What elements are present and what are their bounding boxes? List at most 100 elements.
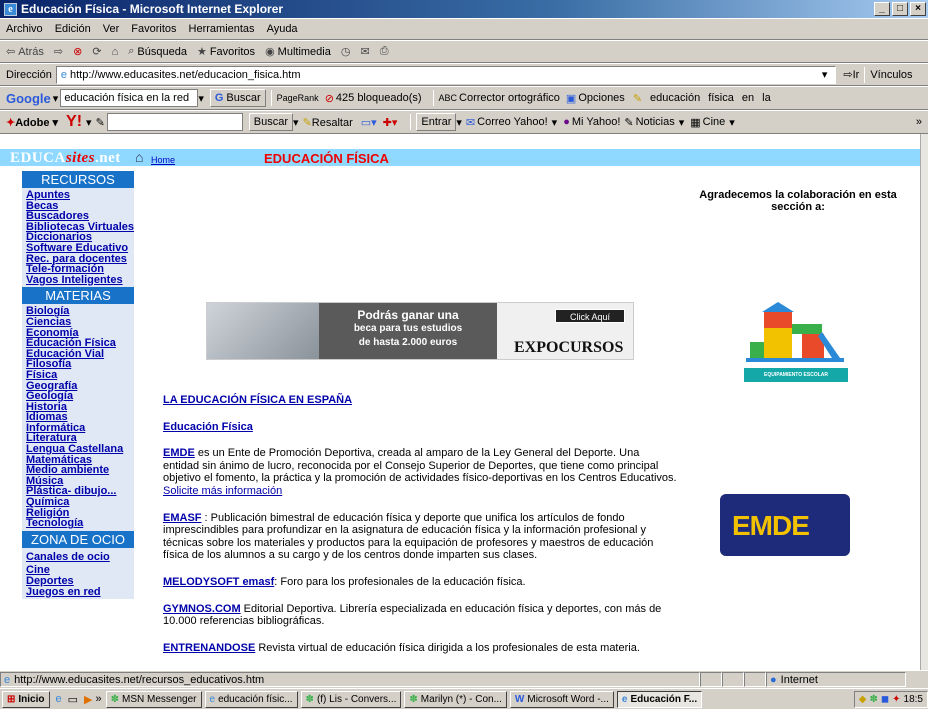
- banner-click-button[interactable]: Click Aquí: [555, 309, 625, 323]
- google-dropdown-icon[interactable]: ▾: [53, 92, 59, 105]
- address-field[interactable]: e http://www.educasites.net/educacion_fi…: [55, 65, 836, 84]
- task-lis-conversation[interactable]: ✽ (f) Lis - Convers...: [300, 690, 402, 708]
- stop-button[interactable]: ⊗: [73, 45, 82, 58]
- highlight-icon[interactable]: ✎: [633, 92, 642, 105]
- google-search-input[interactable]: educación física en la red: [60, 89, 199, 107]
- window-icon[interactable]: ▭▾: [361, 116, 377, 129]
- resaltar-button[interactable]: ✎Resaltar: [303, 116, 353, 129]
- term-fisica[interactable]: física: [708, 92, 734, 104]
- entry-link[interactable]: GYMNOS.COM: [163, 603, 241, 615]
- menu-herramientas[interactable]: Herramientas: [189, 23, 255, 35]
- sidebar-link[interactable]: Vagos Inteligentes: [26, 274, 134, 286]
- playground-sponsor-image[interactable]: EQUIPAMIENTO ESCOLAR: [742, 302, 848, 384]
- menu-ayuda[interactable]: Ayuda: [267, 23, 298, 35]
- yahoo-search-input[interactable]: [106, 113, 243, 131]
- home-link[interactable]: Home: [151, 155, 175, 165]
- start-button[interactable]: ⊞ Inicio: [2, 690, 50, 708]
- emde-logo[interactable]: EMDE: [720, 494, 850, 556]
- menu-edicion[interactable]: Edición: [55, 23, 91, 35]
- quicklaunch-ie-icon[interactable]: e: [56, 693, 62, 705]
- close-button[interactable]: ×: [910, 2, 926, 16]
- tray-icon[interactable]: ✦: [892, 694, 900, 705]
- menu-archivo[interactable]: Archivo: [6, 23, 43, 35]
- tray-icon[interactable]: ◼: [881, 694, 889, 705]
- cine-button[interactable]: Cine: [703, 116, 726, 128]
- entrar-dropdown-icon[interactable]: ▾: [456, 116, 462, 129]
- term-educacion[interactable]: educación: [650, 92, 700, 104]
- task-educacion-fisica-active[interactable]: e Educación F...: [616, 690, 703, 708]
- home-button[interactable]: ⌂: [112, 46, 119, 58]
- search-button[interactable]: ⌕ Búsqueda: [128, 45, 187, 58]
- sidebar-link[interactable]: Física: [26, 370, 134, 381]
- entry-more-link[interactable]: Solicite más información: [163, 485, 282, 497]
- history-button[interactable]: ◷: [341, 45, 351, 58]
- options-button[interactable]: Opciones: [578, 92, 624, 104]
- yahoo-buscar-dropdown-icon[interactable]: ▾: [293, 116, 299, 129]
- task-educacion-fisica-ie[interactable]: e educación físic...: [204, 690, 298, 708]
- site-logo[interactable]: EDUCAsites.net: [10, 150, 121, 167]
- sidebar-link[interactable]: Apuntes: [26, 190, 134, 201]
- correo-yahoo-button[interactable]: Correo Yahoo!: [477, 116, 548, 128]
- noticias-button[interactable]: Noticias: [636, 116, 675, 128]
- tray-icon[interactable]: ✽: [869, 694, 877, 705]
- entrar-button[interactable]: Entrar: [416, 113, 457, 131]
- menu-ver[interactable]: Ver: [103, 23, 120, 35]
- spellcheck-button[interactable]: Corrector ortográfico: [459, 92, 560, 104]
- article: LA EDUCACIÓN FÍSICA EN ESPAÑA Educación …: [163, 394, 678, 668]
- links-button[interactable]: Vínculos: [870, 69, 912, 81]
- adobe-button[interactable]: ✦Adobe ▾: [6, 116, 58, 129]
- back-button[interactable]: ⇦ Atrás: [6, 45, 44, 59]
- yahoo-logo-icon[interactable]: Y!: [66, 113, 82, 131]
- sidebar-link[interactable]: Software Educativo: [26, 243, 134, 254]
- sidebar-link[interactable]: Juegos en red: [26, 586, 134, 598]
- term-en[interactable]: en: [742, 92, 754, 104]
- yahoo-toolbar: ✦Adobe ▾ Y! ▾ ✎ Buscar ▾ ✎Resaltar ▭▾ ✚▾…: [0, 110, 928, 134]
- multimedia-button[interactable]: ◉ Multimedia: [265, 45, 331, 59]
- entry-link[interactable]: EMASF: [163, 512, 202, 524]
- correo-dropdown-icon[interactable]: ▾: [552, 116, 558, 129]
- mail-button[interactable]: ✉: [360, 45, 369, 58]
- google-logo[interactable]: Google: [6, 91, 51, 106]
- task-marilyn-conversation[interactable]: ✽ Marilyn (*) - Con...: [404, 690, 507, 708]
- chevron-more-icon[interactable]: »: [916, 116, 922, 128]
- google-query-dropdown-icon[interactable]: ▾: [198, 92, 204, 105]
- sidebar-link[interactable]: Ciencias: [26, 317, 134, 328]
- crosshair-icon[interactable]: ✚▾: [383, 116, 398, 129]
- tray-icon[interactable]: ◆: [859, 694, 867, 705]
- entry-link[interactable]: MELODYSOFT emasf: [163, 576, 274, 588]
- back-label: Atrás: [18, 45, 44, 58]
- maximize-button[interactable]: □: [892, 2, 908, 16]
- yahoo-buscar-button[interactable]: Buscar: [248, 113, 294, 131]
- entry-link[interactable]: EMDE: [163, 447, 195, 459]
- address-dropdown-icon[interactable]: ▾: [822, 68, 828, 81]
- expocursos-banner[interactable]: Podrás ganar una beca para tus estudios …: [206, 302, 634, 360]
- home-icon[interactable]: ⌂: [135, 149, 143, 165]
- cine-dropdown-icon[interactable]: ▾: [729, 116, 735, 129]
- task-microsoft-word[interactable]: W Microsoft Word -...: [509, 690, 614, 708]
- miyahoo-button[interactable]: Mi Yahoo!: [572, 116, 621, 128]
- heading-link-educacion[interactable]: Educación Física: [163, 421, 253, 433]
- sidebar-link[interactable]: Canales de ocio: [26, 552, 134, 563]
- minimize-button[interactable]: _: [874, 2, 890, 16]
- entry-link[interactable]: ENTRENANDOSE: [163, 642, 255, 654]
- heading-link-espana[interactable]: LA EDUCACIÓN FÍSICA EN ESPAÑA: [163, 394, 352, 406]
- quicklaunch-media-icon[interactable]: ▶: [84, 693, 92, 706]
- print-button[interactable]: ⎙: [380, 45, 389, 58]
- menu-favoritos[interactable]: Favoritos: [131, 23, 176, 35]
- sidebar-link[interactable]: Deportes: [26, 576, 134, 587]
- quicklaunch-desktop-icon[interactable]: ▭: [68, 693, 78, 706]
- popup-blocked-count[interactable]: 425 bloqueado(s): [336, 92, 422, 104]
- vertical-scrollbar[interactable]: [920, 134, 928, 670]
- favorites-button[interactable]: ★ Favoritos: [197, 45, 255, 59]
- yahoo-dropdown-icon[interactable]: ▾: [86, 116, 92, 129]
- go-button[interactable]: ⇨Ir: [843, 68, 859, 81]
- google-buscar-button[interactable]: G Buscar: [209, 89, 266, 107]
- term-la[interactable]: la: [762, 92, 771, 104]
- task-msn-messenger[interactable]: ✽ MSN Messenger: [105, 690, 202, 708]
- refresh-button[interactable]: ⟳: [92, 45, 101, 58]
- forward-button[interactable]: ⇨: [54, 45, 63, 58]
- forward-arrow-icon: ⇨: [53, 46, 64, 58]
- sidebar-link[interactable]: Tecnología: [26, 518, 134, 529]
- noticias-dropdown-icon[interactable]: ▾: [679, 116, 685, 129]
- quicklaunch-chevron-icon[interactable]: »: [96, 693, 102, 705]
